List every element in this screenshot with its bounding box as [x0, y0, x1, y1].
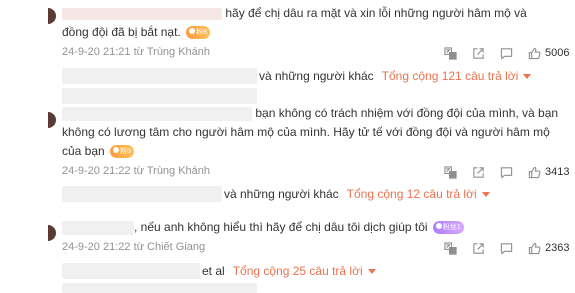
chevron-down-icon — [481, 192, 490, 197]
comment-text-line2: không có lương tâm cho người hâm mộ của … — [62, 125, 550, 139]
fan-badge: 粉丝1 — [432, 221, 464, 235]
translate-icon[interactable] — [443, 241, 457, 255]
replies-prefix: và những người khác — [224, 187, 339, 201]
comment-date: 24-9-20 21:22 — [62, 165, 131, 177]
redacted-block — [62, 283, 257, 293]
comment-text-line3: của bạn — [62, 144, 105, 158]
redacted-username — [62, 7, 222, 20]
fan-badge: 粉8 — [186, 26, 211, 40]
redacted-repliers — [62, 68, 257, 84]
translate-icon[interactable] — [443, 165, 457, 179]
comment-text-line2: đồng đội đã bị bắt nạt. — [62, 25, 181, 39]
comment-text: hãy để chị dâu ra mặt và xin lỗi những n… — [62, 4, 562, 42]
replies-total[interactable]: Tổng cộng 121 câu trả lời — [382, 69, 519, 83]
redacted-username — [62, 106, 252, 121]
comment-meta: 24-9-20 21:22 từ Trùng Khánh — [62, 165, 210, 177]
like-count: 2363 — [545, 242, 570, 254]
redacted-username — [62, 220, 134, 235]
comment-icon[interactable] — [499, 241, 513, 255]
replies-prefix: et al — [202, 264, 225, 278]
comment-text: , nếu anh không hiểu thì hãy để chị dâu … — [62, 218, 562, 237]
replies-total[interactable]: Tổng cộng 12 câu trả lời — [347, 187, 477, 201]
comment-location: từ Chiết Giang — [133, 241, 206, 253]
like-icon[interactable] — [527, 241, 541, 255]
like-icon[interactable] — [527, 46, 541, 60]
replies-prefix: và những người khác — [259, 69, 374, 83]
comment-meta: 24-9-20 21:21 từ Trùng Khánh — [62, 46, 210, 58]
view-replies-link[interactable]: Tổng cộng 12 câu trả lời — [339, 187, 490, 201]
chevron-down-icon — [523, 74, 532, 79]
comment-date: 24-9-20 21:22 — [62, 241, 131, 253]
comment-text-line1: hãy để chị dâu ra mặt và xin lỗi những n… — [225, 6, 527, 20]
comment-text-line1: , nếu anh không hiểu thì hãy để chị dâu … — [134, 220, 428, 234]
comment-actions: 3413 — [429, 164, 575, 180]
share-icon[interactable] — [471, 241, 485, 255]
reply-summary: và những người khác Tổng cộng 12 câu trả… — [62, 186, 490, 202]
comment-location: từ Trùng Khánh — [133, 165, 211, 177]
translate-icon[interactable] — [443, 46, 457, 60]
like-count: 5006 — [545, 47, 570, 59]
redacted-repliers — [62, 263, 200, 279]
redacted-block — [62, 88, 257, 104]
replies-total[interactable]: Tổng cộng 25 câu trả lời — [233, 264, 363, 278]
comment-icon[interactable] — [499, 46, 513, 60]
comment-meta: 24-9-20 21:22 từ Chiết Giang — [62, 241, 205, 253]
avatar[interactable] — [48, 8, 56, 24]
like-count: 3413 — [545, 166, 570, 178]
avatar[interactable] — [48, 225, 56, 241]
comment-icon[interactable] — [499, 165, 513, 179]
comment-text-line1: bạn không có trách nhiệm với đồng đội củ… — [255, 106, 559, 120]
reply-summary: và những người khác Tổng cộng 121 câu tr… — [62, 68, 532, 84]
view-replies-link[interactable]: Tổng cộng 121 câu trả lời — [374, 69, 532, 83]
reply-summary: et al Tổng cộng 25 câu trả lời — [62, 263, 376, 279]
redacted-repliers — [62, 186, 222, 202]
comment-actions: 5006 — [429, 45, 575, 61]
comment-date: 24-9-20 21:21 — [62, 46, 131, 58]
avatar[interactable] — [48, 112, 56, 128]
fan-badge: 粉8 — [110, 145, 134, 159]
view-replies-link[interactable]: Tổng cộng 25 câu trả lời — [225, 264, 376, 278]
share-icon[interactable] — [471, 165, 485, 179]
like-icon[interactable] — [527, 165, 541, 179]
chevron-down-icon — [367, 269, 376, 274]
comment-actions: 2363 — [429, 240, 575, 256]
share-icon[interactable] — [471, 46, 485, 60]
comment-text: bạn không có trách nhiệm với đồng đội củ… — [62, 104, 562, 161]
comment-location: từ Trùng Khánh — [133, 46, 211, 58]
